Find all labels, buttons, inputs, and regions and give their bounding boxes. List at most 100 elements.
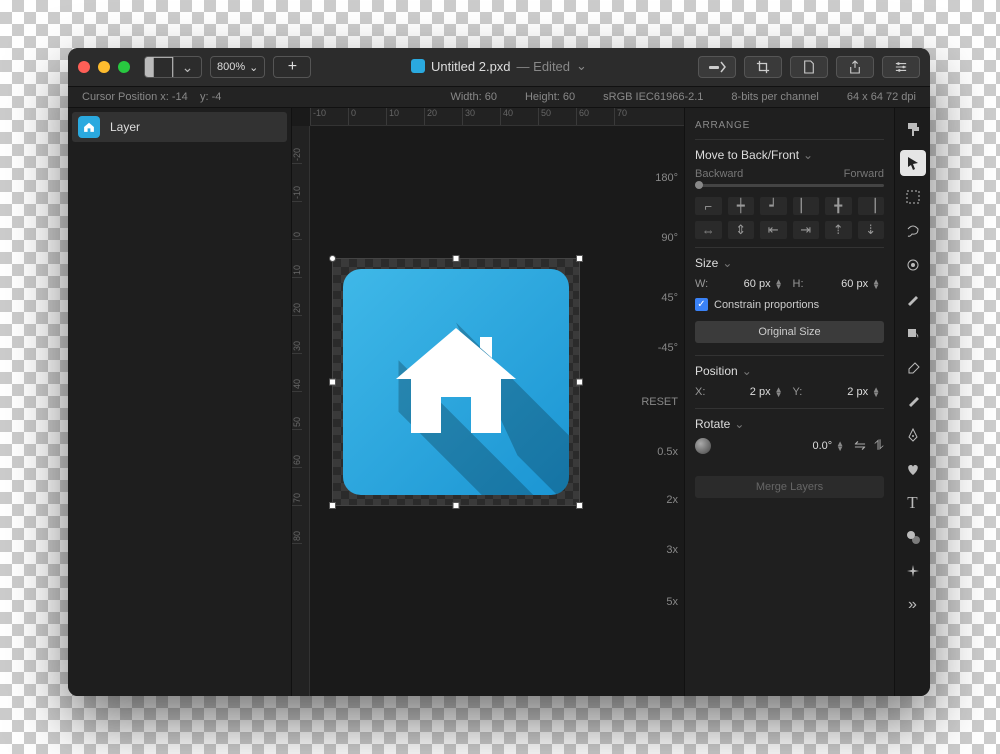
doc-dimensions: 64 x 64 72 dpi — [833, 91, 930, 103]
distribute-v-icon[interactable]: ⇕ — [728, 221, 755, 239]
rotate-90-button[interactable]: 90° — [661, 232, 678, 244]
rotate-section[interactable]: Rotate⌄ — [695, 417, 884, 431]
color-profile: sRGB IEC61966-2.1 — [589, 91, 717, 103]
selection-handles[interactable] — [329, 255, 583, 509]
size-section[interactable]: Size⌄ — [695, 256, 884, 270]
more-tools-icon[interactable]: » — [900, 592, 926, 618]
erase-tool[interactable] — [900, 354, 926, 380]
lasso-tool[interactable] — [900, 218, 926, 244]
rotate-180-button[interactable]: 180° — [655, 172, 678, 184]
document-icon — [411, 59, 425, 73]
align-bottom-icon[interactable]: ┙ — [760, 197, 787, 215]
heart-tool[interactable] — [900, 456, 926, 482]
scale-5x-button[interactable]: 5x — [666, 596, 678, 608]
move-section[interactable]: Move to Back/Front⌄ — [695, 148, 884, 162]
canvas-document[interactable] — [332, 258, 580, 506]
angle-field[interactable]: 0.0°▲▼ — [717, 438, 848, 454]
reset-transform-button[interactable]: RESET — [641, 396, 678, 408]
smudge-tool[interactable] — [900, 388, 926, 414]
flip-vertical-icon[interactable]: ⥮ — [874, 437, 884, 454]
app-window: ⌄ 800% ⌄ + Untitled 2.pxd — Edited ⌄ — [68, 48, 930, 696]
sidebar-dropdown-icon[interactable]: ⌄ — [173, 57, 201, 77]
order-slider[interactable] — [695, 184, 884, 187]
titlebar: ⌄ 800% ⌄ + Untitled 2.pxd — Edited ⌄ — [68, 48, 930, 86]
canvas-width: Width: 60 — [436, 91, 511, 103]
y-field[interactable]: 2 px▲▼ — [815, 384, 885, 400]
x-label: X: — [695, 386, 711, 398]
adjustments-button[interactable] — [882, 56, 920, 78]
height-field[interactable]: 60 px▲▼ — [815, 276, 885, 292]
info-bar: Cursor Position x: -14 y: -4 Width: 60 H… — [68, 86, 930, 108]
fill-tool[interactable] — [900, 320, 926, 346]
rotation-dial[interactable] — [695, 438, 711, 454]
crop-button[interactable] — [744, 56, 782, 78]
share-button[interactable] — [836, 56, 874, 78]
layer-name: Layer — [110, 120, 140, 134]
tool-rail: T » — [894, 108, 930, 696]
canvas-area[interactable]: -10010203040506070 -20-10010203040506070… — [292, 108, 684, 696]
close-window-button[interactable] — [78, 61, 90, 73]
scale-3x-button[interactable]: 3x — [666, 544, 678, 556]
distribute-right-icon[interactable]: ⇥ — [793, 221, 820, 239]
pen-tool[interactable] — [900, 422, 926, 448]
rotate-45-button[interactable]: 45° — [661, 292, 678, 304]
align-hcenter-icon[interactable]: ╋ — [825, 197, 852, 215]
arrange-heading: ARRANGE — [695, 116, 884, 140]
window-controls — [78, 61, 130, 73]
marquee-tool[interactable] — [900, 184, 926, 210]
width-label: W: — [695, 278, 711, 290]
paint-tool[interactable] — [900, 286, 926, 312]
checkmark-icon: ✓ — [695, 298, 708, 311]
align-buttons: ⌐ ┿ ┙ ▏ ╋ ▕ ⇔ ⇕ ⇤ ⇥ ⇡ ⇣ — [695, 197, 884, 239]
height-label: H: — [793, 278, 809, 290]
x-field[interactable]: 2 px▲▼ — [717, 384, 787, 400]
rotate-neg45-button[interactable]: -45° — [658, 342, 678, 354]
format-paint-tool[interactable] — [900, 116, 926, 142]
align-right-icon[interactable]: ▕ — [858, 197, 885, 215]
distribute-bottom-icon[interactable]: ⇣ — [858, 221, 885, 239]
magic-wand-tool[interactable] — [900, 252, 926, 278]
distribute-top-icon[interactable]: ⇡ — [825, 221, 852, 239]
width-field[interactable]: 60 px▲▼ — [717, 276, 787, 292]
scale-2x-button[interactable]: 2x — [666, 494, 678, 506]
original-size-button[interactable]: Original Size — [695, 321, 884, 343]
quick-transforms: 180° 90° 45° -45° RESET 0.5x 2x 3x 5x — [634, 144, 684, 696]
page-button[interactable] — [790, 56, 828, 78]
text-tool[interactable]: T — [900, 490, 926, 516]
move-tool[interactable] — [900, 150, 926, 176]
sidebar-left-icon[interactable] — [145, 57, 173, 77]
minimize-window-button[interactable] — [98, 61, 110, 73]
backward-label: Backward — [695, 168, 743, 180]
scale-05x-button[interactable]: 0.5x — [657, 446, 678, 458]
ruler-top: -10010203040506070 — [310, 108, 684, 126]
new-tab-button[interactable]: + — [273, 56, 311, 78]
layers-panel: Layer — [68, 108, 292, 696]
align-top-icon[interactable]: ⌐ — [695, 197, 722, 215]
distribute-left-icon[interactable]: ⇤ — [760, 221, 787, 239]
chevron-down-icon[interactable]: ⌄ — [576, 58, 587, 74]
zoom-value: 800% — [217, 61, 245, 73]
sparkle-tool[interactable] — [900, 558, 926, 584]
position-section[interactable]: Position⌄ — [695, 364, 884, 378]
constrain-checkbox[interactable]: ✓ Constrain proportions — [695, 298, 884, 311]
forward-label: Forward — [844, 168, 884, 180]
maximize-window-button[interactable] — [118, 61, 130, 73]
chevron-down-icon: ⌄ — [249, 61, 258, 74]
canvas-height: Height: 60 — [511, 91, 589, 103]
distribute-h-icon[interactable]: ⇔ — [695, 221, 722, 239]
zoom-selector[interactable]: 800% ⌄ — [210, 56, 265, 78]
ruler-left: -20-1001020304050607080 — [292, 126, 310, 696]
layer-item[interactable]: Layer — [72, 112, 287, 142]
inspector-panel: ARRANGE Move to Back/Front⌄ Backward Forw… — [684, 108, 894, 696]
flip-horizontal-icon[interactable]: ⇋ — [854, 437, 866, 454]
merge-layers-button[interactable]: Merge Layers — [695, 476, 884, 498]
document-status: — Edited — [517, 59, 570, 74]
align-vcenter-icon[interactable]: ┿ — [728, 197, 755, 215]
shapes-tool[interactable] — [900, 524, 926, 550]
y-label: Y: — [793, 386, 809, 398]
bit-depth: 8-bits per channel — [717, 91, 832, 103]
align-left-icon[interactable]: ▏ — [793, 197, 820, 215]
sidebar-toggle-segment[interactable]: ⌄ — [144, 56, 202, 78]
auto-enhance-button[interactable] — [698, 56, 736, 78]
layer-thumbnail — [78, 116, 100, 138]
